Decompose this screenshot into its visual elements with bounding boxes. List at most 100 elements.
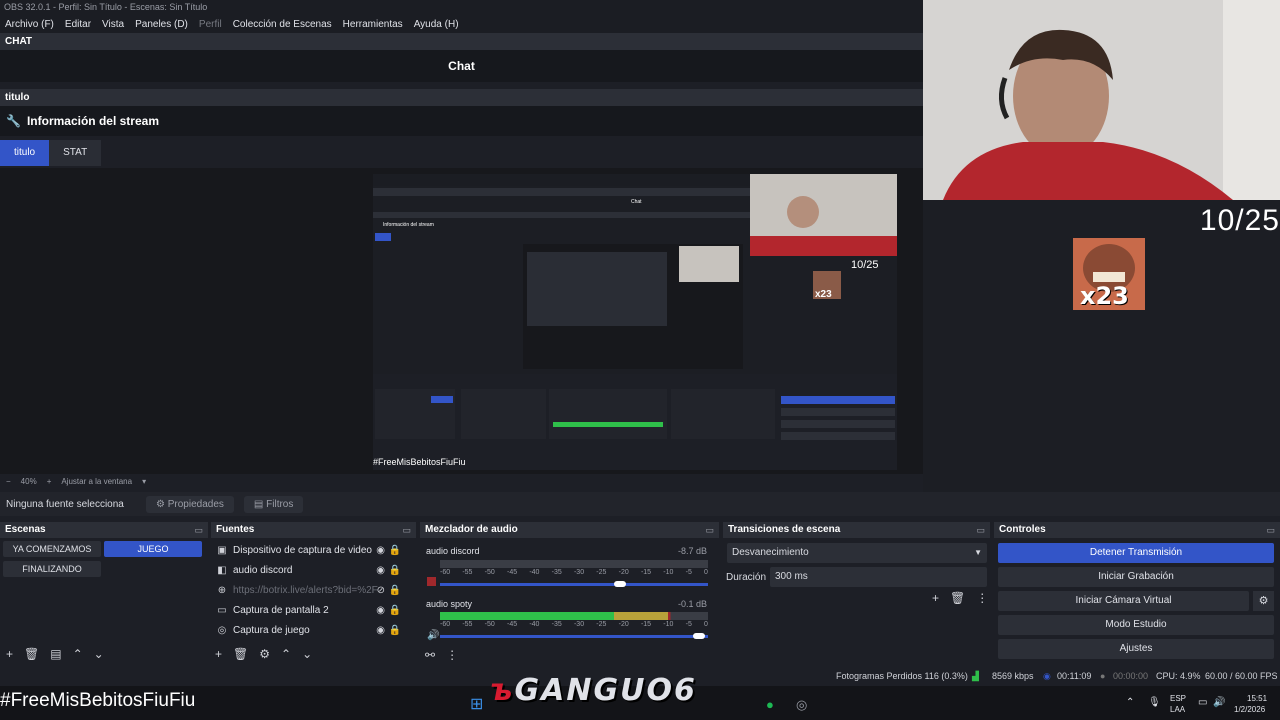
volume-icon[interactable]: 🔊	[1213, 697, 1225, 708]
windows-start-icon[interactable]: ⊞	[470, 694, 483, 714]
record-time: 00:00:00	[1113, 671, 1149, 681]
menu-perfil[interactable]: Perfil	[199, 19, 222, 30]
menu-editar[interactable]: Editar	[65, 19, 91, 30]
eye-hidden-icon[interactable]: ⊘	[377, 585, 385, 596]
settings-button[interactable]: Ajustes	[998, 639, 1274, 659]
eye-icon[interactable]: ◉	[376, 565, 385, 576]
volume-knob[interactable]	[693, 633, 705, 639]
channel-name: audio spoty	[426, 599, 473, 609]
mixer-header: Mezclador de audio	[425, 524, 518, 535]
scale-tick: -20	[618, 569, 629, 576]
transition-select[interactable]: Desvanecimiento ▼	[727, 543, 987, 563]
source-item[interactable]: ▭ Captura de pantalla 2 ◉ 🔒	[216, 600, 411, 620]
duration-input[interactable]: 300 ms	[770, 567, 987, 587]
menu-vista[interactable]: Vista	[102, 19, 124, 30]
gear-icon[interactable]: ⚙	[259, 647, 270, 661]
volume-slider[interactable]	[440, 583, 708, 586]
source-item[interactable]: ◧ audio discord ◉ 🔒	[216, 560, 411, 580]
gear-icon[interactable]: ⚙	[1253, 591, 1274, 611]
mic-icon[interactable]: 🎙	[1148, 697, 1161, 708]
volume-knob[interactable]	[614, 581, 626, 587]
chevron-up-icon[interactable]: ⌃	[1126, 697, 1134, 708]
trash-icon[interactable]: 🗑	[24, 647, 39, 661]
clock-date[interactable]: 1/2/2026	[1234, 705, 1265, 714]
scale-tick: -50	[484, 569, 495, 576]
undock-icon[interactable]: ▭	[976, 522, 985, 538]
scene-juego[interactable]: JUEGO	[104, 541, 202, 557]
obs-taskbar-icon[interactable]: ◎	[796, 697, 807, 713]
chevron-up-icon[interactable]: ⌃	[281, 647, 291, 661]
lang-code[interactable]: ESP	[1170, 694, 1186, 703]
scale-tick: -40	[529, 621, 540, 628]
trash-icon[interactable]: 🗑	[950, 591, 965, 605]
clock-time[interactable]: 15:51	[1247, 694, 1267, 703]
mute-icon[interactable]	[427, 577, 436, 586]
scale-tick: -40	[529, 569, 540, 576]
undock-icon[interactable]: ▭	[194, 522, 203, 538]
undock-icon[interactable]: ▭	[705, 522, 714, 538]
eye-icon[interactable]: ◉	[376, 625, 385, 636]
stop-stream-button[interactable]: Detener Transmisión	[998, 543, 1274, 563]
scene-finalizando[interactable]: FINALIZANDO	[3, 561, 101, 577]
link-icon[interactable]: ⚯	[425, 648, 435, 662]
filter-icon[interactable]: ▤	[50, 647, 61, 661]
scale-tick: -15	[640, 621, 652, 628]
undock-icon[interactable]: ▭	[402, 522, 411, 538]
add-icon[interactable]: +	[932, 591, 939, 605]
nested-score-label: 10/25	[851, 259, 879, 271]
nested-multiplier-label: x23	[815, 289, 832, 300]
chevron-down-icon[interactable]: ⌄	[302, 647, 312, 661]
lock-icon[interactable]: 🔒	[389, 585, 401, 596]
menu-herramientas[interactable]: Herramientas	[343, 19, 403, 30]
undock-icon[interactable]: ▭	[1266, 522, 1275, 538]
recursive-obs-capture: Chat Información del stream	[373, 174, 897, 470]
source-item[interactable]: ⊕ https://botrix.live/alerts?bid=%2FV ⊘ 🔒	[216, 580, 411, 600]
speaker-icon[interactable]: 🔊	[427, 630, 439, 641]
add-icon[interactable]: +	[6, 647, 13, 661]
scale-tick: -15	[640, 569, 652, 576]
chevron-down-icon[interactable]: ⌄	[94, 647, 104, 661]
volume-meter	[440, 612, 708, 620]
virtual-camera-button[interactable]: Iniciar Cámara Virtual	[998, 591, 1249, 611]
add-icon[interactable]: +	[215, 647, 222, 661]
more-icon[interactable]: ⋮	[976, 591, 988, 605]
eye-icon[interactable]: ◉	[376, 605, 385, 616]
source-item[interactable]: ▣ Dispositivo de captura de video ◉ 🔒	[216, 540, 411, 560]
zoom-fit-option[interactable]: Ajustar a la ventana	[61, 477, 132, 486]
sources-toolbar: + 🗑 ⚙ ⌃ ⌄	[215, 647, 312, 661]
studio-mode-button[interactable]: Modo Estudio	[998, 615, 1274, 635]
chevron-up-icon[interactable]: ⌃	[73, 647, 83, 661]
menu-archivo[interactable]: Archivo (F)	[5, 19, 54, 30]
lock-icon[interactable]: 🔒	[389, 625, 401, 636]
spotify-icon[interactable]: ●	[766, 697, 774, 712]
scale-tick: -25	[596, 569, 607, 576]
webcam-feed	[923, 0, 1280, 200]
dropped-frames: Fotogramas Perdidos 116 (0.3%)	[836, 671, 968, 681]
menu-ayuda[interactable]: Ayuda (H)	[414, 19, 459, 30]
filters-button[interactable]: ▤ Filtros	[243, 495, 304, 513]
svg-text:Información del stream: Información del stream	[383, 222, 434, 228]
scene-ya-comenzamos[interactable]: YA COMENZAMOS	[3, 541, 101, 557]
more-icon[interactable]: ⋮	[446, 648, 458, 662]
zoom-out-button[interactable]: −	[6, 477, 11, 486]
lang-layout[interactable]: LAA	[1170, 705, 1185, 714]
transition-value: Desvanecimiento	[732, 547, 809, 558]
start-recording-button[interactable]: Iniciar Grabación	[998, 567, 1274, 587]
transitions-header: Transiciones de escena	[728, 524, 841, 535]
tab-titulo[interactable]: titulo	[0, 140, 50, 166]
window-title: OBS 32.0.1 - Perfil: Sin Título - Escena…	[0, 0, 923, 15]
trash-icon[interactable]: 🗑	[233, 647, 248, 661]
lock-icon[interactable]: 🔒	[389, 605, 401, 616]
chevron-down-icon[interactable]: ▾	[142, 477, 146, 486]
tab-stat[interactable]: STAT	[49, 140, 102, 166]
lock-icon[interactable]: 🔒	[389, 545, 401, 556]
properties-button[interactable]: ⚙ Propiedades	[146, 495, 234, 513]
source-item[interactable]: ◎ Captura de juego ◉ 🔒	[216, 620, 411, 640]
network-icon[interactable]: ▭	[1198, 697, 1207, 708]
volume-slider[interactable]	[440, 635, 708, 638]
menu-coleccion-escenas[interactable]: Colección de Escenas	[233, 19, 332, 30]
eye-icon[interactable]: ◉	[376, 545, 385, 556]
menu-paneles[interactable]: Paneles (D)	[135, 19, 188, 30]
zoom-in-button[interactable]: +	[47, 477, 52, 486]
lock-icon[interactable]: 🔒	[389, 565, 401, 576]
